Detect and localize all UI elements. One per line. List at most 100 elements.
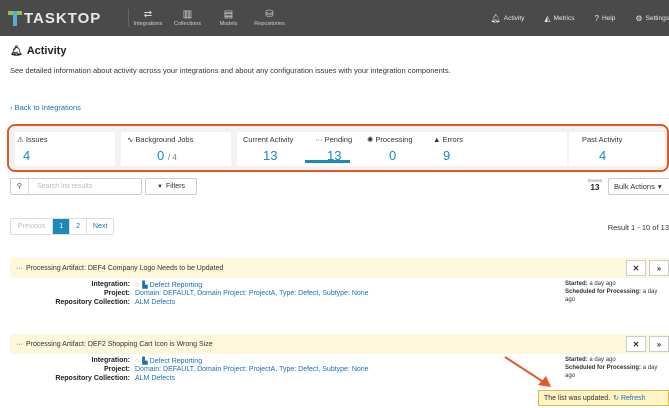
- close-icon: ✕: [632, 339, 640, 349]
- pulse-icon: ∿: [127, 135, 134, 144]
- bell-icon: 🔔︎: [10, 45, 23, 57]
- refresh-link[interactable]: ↻ Refresh: [613, 394, 645, 402]
- integration-label: Integration:: [91, 357, 131, 364]
- top-navbar: TASKTOP ⇄ Integrations ▥ Collections ▤ M…: [0, 0, 669, 36]
- artifact-timing: Started: a day ago Scheduled for Process…: [565, 281, 658, 303]
- expand-button[interactable]: »: [649, 260, 669, 276]
- trash-bin-icon: ▥: [182, 9, 193, 20]
- result-count: Result 1 - 10 of 13: [607, 223, 669, 232]
- logo-mark-icon: [8, 9, 22, 27]
- processing-count[interactable]: 0: [389, 148, 396, 163]
- project-label: Project:: [103, 366, 130, 373]
- background-jobs-count: 0 / 4: [157, 148, 177, 163]
- question-icon: ?: [594, 13, 599, 23]
- processing-label[interactable]: ✺ Processing: [367, 135, 413, 144]
- nav-label: Settings: [645, 14, 669, 22]
- current-activity-count: 13: [263, 148, 278, 163]
- search-box: ⚲: [10, 178, 142, 195]
- collection-label: Repository Collection:: [55, 375, 130, 382]
- warning-outline-icon: ⚠: [17, 135, 24, 144]
- refresh-icon: ↻: [613, 395, 620, 402]
- nav-help[interactable]: ? Help: [595, 14, 616, 23]
- background-jobs-label: ∿ Background Jobs: [127, 135, 194, 144]
- tasktop-logo[interactable]: TASKTOP: [8, 9, 128, 27]
- bell-icon: 🔔︎: [490, 13, 501, 23]
- past-activity-count: 4: [599, 148, 607, 163]
- search-input[interactable]: [29, 183, 139, 190]
- nav-label: Repositories: [254, 21, 285, 27]
- page-2-button[interactable]: 2: [70, 219, 88, 234]
- nav-integrations[interactable]: ⇄ Integrations: [128, 9, 165, 27]
- double-chevron-right-icon: »: [656, 263, 662, 273]
- ellipsis-icon: ···: [315, 135, 323, 144]
- issues-tile[interactable]: ⚠ Issues 4: [15, 132, 115, 166]
- integration-icon: ▙: [142, 282, 150, 289]
- background-jobs-tile[interactable]: ∿ Background Jobs 0 / 4: [121, 132, 231, 166]
- artifact-title: Processing Artifact: DEF4 Company Logo N…: [26, 264, 224, 272]
- dismiss-button[interactable]: ✕: [626, 260, 646, 276]
- toast-message: The list was updated.: [544, 394, 611, 402]
- nav-repositories[interactable]: ⛁ Repositories: [251, 9, 288, 27]
- collection-label: Repository Collection:: [55, 299, 130, 306]
- nav-models[interactable]: ▤ Models: [210, 9, 247, 27]
- project-link[interactable]: Domain: DEFAULT, Domain Project: Project…: [135, 290, 369, 297]
- spinner-icon: ✺: [367, 135, 374, 144]
- past-activity-label: Past Activity: [582, 135, 623, 144]
- page-1-button[interactable]: 1: [53, 219, 71, 234]
- issues-label: ⚠ Issues: [17, 135, 48, 144]
- errors-count[interactable]: 9: [443, 148, 450, 163]
- list-updated-toast: The list was updated. ↻ Refresh: [538, 390, 669, 406]
- integration-icon: ▙: [142, 358, 150, 365]
- project-link[interactable]: Domain: DEFAULT, Domain Project: Project…: [135, 366, 369, 373]
- integration-link[interactable]: ○ ▙ Defect Reporting: [135, 281, 202, 289]
- ellipsis-icon: ···: [16, 340, 23, 348]
- double-chevron-right-icon: »: [656, 339, 662, 349]
- nav-label: Integrations: [133, 21, 163, 27]
- dismiss-button[interactable]: ✕: [626, 336, 646, 352]
- swap-arrows-icon: ⇄: [143, 9, 153, 20]
- warning-icon: ▲: [433, 135, 441, 144]
- gear-icon: ⚙: [635, 13, 643, 23]
- page-title: 🔔︎ Activity: [10, 45, 66, 57]
- search-icon: ⚲: [11, 179, 29, 194]
- bulk-actions-button[interactable]: Bulk Actions ▾: [608, 178, 669, 195]
- nav-settings[interactable]: ⚙ Settings: [635, 14, 669, 23]
- nav-label: Activity: [503, 14, 525, 22]
- current-activity-tile: Current Activity 13 ··· Pending 13 ✺ Pro…: [237, 132, 567, 166]
- filter-funnel-icon: ▼: [156, 183, 163, 190]
- project-label: Project:: [103, 290, 130, 297]
- back-to-integrations-link[interactable]: ‹ Back to Integrations: [10, 103, 81, 112]
- artifact-card-header: ··· Processing Artifact: DEF2 Shopping C…: [10, 334, 669, 354]
- errors-label[interactable]: ▲ Errors: [433, 135, 463, 144]
- artifact-timing: Started: a day ago Scheduled for Process…: [565, 357, 658, 379]
- expand-button[interactable]: »: [649, 336, 669, 352]
- pending-label[interactable]: ··· Pending: [315, 135, 352, 144]
- status-circle-icon: ○: [135, 282, 140, 289]
- filters-button[interactable]: ▼ Filters: [145, 178, 197, 195]
- integration-link[interactable]: ○ ▙ Defect Reporting: [135, 357, 202, 365]
- chart-icon: ◭: [544, 13, 551, 23]
- page-title-text: Activity: [26, 45, 67, 57]
- events-counter: Events 13: [585, 178, 605, 192]
- events-count: 13: [590, 183, 600, 192]
- activity-summary: ⚠ Issues 4 ∿ Background Jobs 0 / 4 Curre…: [7, 124, 669, 172]
- collection-link[interactable]: ALM Defects: [135, 375, 175, 382]
- nav-label: Models: [219, 21, 238, 27]
- integration-label: Integration:: [91, 281, 131, 288]
- nav-activity[interactable]: 🔔︎ Activity: [491, 14, 525, 23]
- previous-page-button[interactable]: Previous: [11, 219, 54, 234]
- nav-collections[interactable]: ▥ Collections: [169, 9, 206, 27]
- chevron-left-icon: ‹: [10, 103, 13, 112]
- ellipsis-icon: ···: [16, 264, 23, 272]
- next-page-button[interactable]: Next: [87, 219, 113, 234]
- nav-label: Help: [601, 14, 616, 22]
- pending-active-underline: [305, 160, 350, 163]
- page-description: See detailed information about activity …: [10, 66, 451, 75]
- pagination: Previous 1 2 Next: [10, 218, 115, 235]
- artifact-title: Processing Artifact: DEF2 Shopping Cart …: [26, 340, 213, 348]
- caret-down-icon: ▾: [657, 182, 662, 191]
- past-activity-tile[interactable]: Past Activity 4: [569, 132, 665, 166]
- nav-metrics[interactable]: ◭ Metrics: [544, 14, 574, 23]
- collection-link[interactable]: ALM Defects: [135, 299, 175, 306]
- artifact-card: ··· Processing Artifact: DEF4 Company Lo…: [10, 258, 669, 330]
